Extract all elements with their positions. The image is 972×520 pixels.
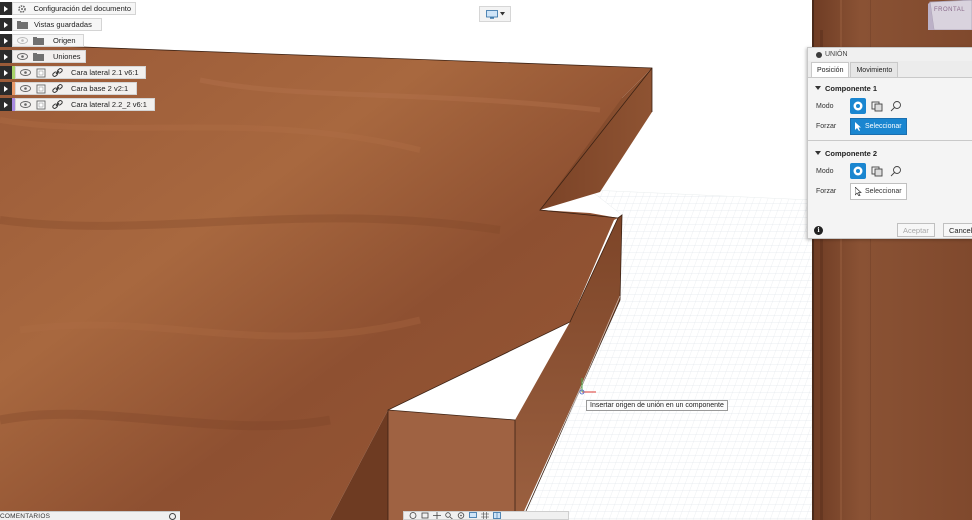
component2-snap-row: Forzar Seleccionar [808,181,972,201]
snap-mode-button[interactable] [850,163,866,179]
viewcube-face-label[interactable]: FRONTAL [934,7,965,13]
tree-item-saved-views[interactable]: Vistas guardadas [0,18,102,31]
edge-intersection-icon [890,166,901,177]
dialog-header[interactable]: UNIÓN [808,48,972,61]
viewports-icon[interactable] [492,512,501,519]
component-icon [34,67,48,78]
two-edge-intersection-button[interactable] [888,98,904,114]
comments-label: COMENTARIOS [0,512,51,520]
expand-arrow-icon[interactable] [0,34,12,47]
folder-icon [15,19,29,30]
collapse-triangle-icon [815,151,821,155]
pan-icon[interactable] [432,512,441,519]
info-icon[interactable]: i [814,226,823,235]
eye-icon[interactable] [18,83,32,94]
tree-item-label: Cara lateral 2.2_2 v6:1 [71,100,147,109]
eye-icon[interactable] [18,99,32,110]
component-icon [34,83,48,94]
cursor-tooltip: Insertar origen de unión en un component… [586,400,728,411]
component1-mode-row: Modo [808,96,972,116]
component1-select-button[interactable]: Seleccionar [850,117,907,135]
tree-item-component-1[interactable]: Cara lateral 2.1 v6:1 [0,66,146,79]
tree-item-label: Uniones [53,52,81,61]
link-icon [50,99,64,110]
component1-group-header[interactable]: Componente 1 [808,80,972,96]
snap-mode-button[interactable] [850,98,866,114]
ok-button[interactable]: Aceptar [897,223,935,237]
cursor-arrow-icon [855,186,862,196]
tree-item-label: Configuración del documento [33,4,131,13]
folder-icon [31,51,45,62]
eye-icon[interactable] [18,67,32,78]
tree-item-component-3[interactable]: Cara lateral 2.2_2 v6:1 [0,98,155,111]
expand-arrow-icon[interactable] [0,82,12,95]
component2-group-header[interactable]: Componente 2 [808,145,972,161]
between-two-faces-button[interactable] [869,98,885,114]
link-icon [50,67,64,78]
board-notch-face [388,410,515,520]
monitor-icon [485,9,498,19]
tree-item-label: Origen [53,36,76,45]
tree-item-label: Cara lateral 2.1 v6:1 [71,68,139,77]
navigation-toolbar [403,511,569,520]
cursor-arrow-icon [855,121,861,131]
edge-intersection-icon [890,101,901,112]
component1-title: Componente 1 [825,83,878,93]
expand-arrow-icon[interactable] [0,2,12,15]
cancel-button[interactable]: Cancel [943,223,972,237]
snap-icon [853,101,863,111]
gear-icon [15,3,28,14]
tree-item-joints[interactable]: Uniones [0,50,86,63]
mode-label: Modo [816,102,834,110]
two-faces-icon [871,166,883,177]
component1-snap-row: Forzar Seleccionar [808,116,972,136]
chevron-down-icon [499,12,505,16]
mode-label: Modo [816,167,834,175]
two-faces-icon [871,101,883,112]
tree-item-document-settings[interactable]: Configuración del documento [0,2,136,15]
expand-arrow-icon[interactable] [0,66,12,79]
fit-icon[interactable] [456,512,465,519]
two-edge-intersection-button[interactable] [888,163,904,179]
joint-icon [816,51,822,58]
zoom-icon[interactable] [444,512,453,519]
tree-item-origin[interactable]: Origen [0,34,84,47]
snap-icon [853,166,863,176]
dialog-title: UNIÓN [825,51,848,58]
display-settings-button[interactable] [479,6,511,22]
tree-item-component-2[interactable]: Cara base 2 v2:1 [0,82,137,95]
viewcube[interactable] [928,0,972,30]
eye-hidden-icon[interactable] [15,35,29,46]
snap-label: Forzar [816,187,837,195]
grid-settings-icon[interactable] [480,512,489,519]
tree-item-label: Vistas guardadas [34,20,92,29]
folder-icon [31,35,45,46]
tab-position[interactable]: Posición [811,62,850,77]
add-comment-icon[interactable] [169,512,176,520]
collapse-triangle-icon [815,86,821,90]
between-two-faces-button[interactable] [869,163,885,179]
tree-item-label: Cara base 2 v2:1 [71,84,129,93]
joint-dialog: UNIÓN Posición Movimiento Componente 1 M… [807,47,972,239]
dialog-footer: i Aceptar Cancel [808,222,972,239]
expand-arrow-icon[interactable] [0,50,12,63]
component2-select-button[interactable]: Seleccionar [850,182,907,200]
divider [808,140,972,141]
select-label: Seleccionar [865,187,902,195]
look-at-icon[interactable] [420,512,429,519]
dialog-tabs: Posición Movimiento [808,61,972,78]
expand-arrow-icon[interactable] [0,18,12,31]
comments-panel[interactable]: COMENTARIOS [0,511,180,520]
eye-icon[interactable] [15,51,29,62]
component-icon [34,99,48,110]
component2-title: Componente 2 [825,148,878,158]
link-icon [50,83,64,94]
snap-label: Forzar [816,122,837,130]
display-settings-icon[interactable] [468,512,477,519]
component2-mode-row: Modo [808,161,972,181]
tab-motion[interactable]: Movimiento [850,62,899,77]
select-label: Seleccionar [865,122,902,130]
expand-arrow-icon[interactable] [0,98,12,111]
orbit-icon[interactable] [408,512,417,519]
